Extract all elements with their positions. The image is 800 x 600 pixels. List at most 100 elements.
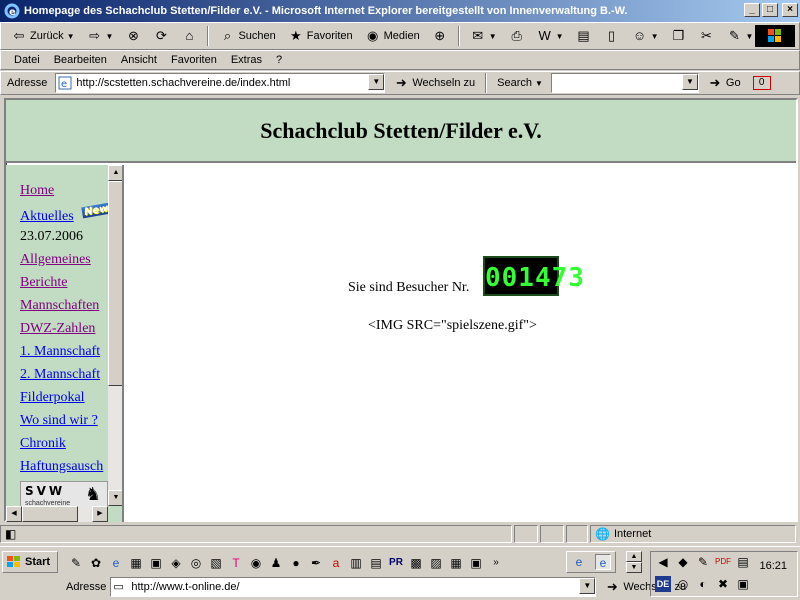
history-button[interactable]: ⊕ [428, 26, 452, 46]
app-icon[interactable]: ▩ [408, 555, 424, 571]
taskbar-scroller[interactable]: ▲ ▼ [626, 551, 644, 573]
forward-button[interactable]: ⇨ ▼ [83, 26, 118, 46]
app-icon[interactable]: ▧ [208, 555, 224, 571]
language-indicator[interactable]: DE [655, 576, 671, 592]
scroll-up-button[interactable]: ▲ [108, 165, 122, 181]
paste-button[interactable]: ✎ ▼ [722, 26, 757, 46]
scroll-thumb[interactable] [108, 181, 122, 386]
app-icon[interactable]: ◎ [188, 555, 204, 571]
copy-button[interactable]: ❐ [666, 26, 690, 46]
app-icon[interactable]: ▣ [148, 555, 164, 571]
menu-extras[interactable]: Extras [224, 54, 269, 66]
address-combobox[interactable]: e http://scstetten.schachvereine.de/inde… [55, 73, 386, 93]
window-titlebar[interactable]: e Homepage des Schachclub Stetten/Filder… [0, 0, 800, 22]
tray-icon[interactable]: ◐ [695, 576, 711, 592]
menu-datei[interactable]: Datei [7, 54, 47, 66]
menu-ansicht[interactable]: Ansicht [114, 54, 164, 66]
scroll-up-button[interactable]: ▲ [626, 551, 642, 562]
close-button[interactable]: × [782, 3, 798, 17]
taskbar-address-input[interactable]: http://www.t-online.de/ [127, 581, 239, 593]
nav-link-dwz-zahlen[interactable]: DWZ-Zahlen [20, 321, 95, 337]
nav-link-allgemeines[interactable]: Allgemeines [20, 252, 91, 268]
clock[interactable]: 16:21 [759, 560, 787, 572]
nav-link-chronik[interactable]: Chronik [20, 436, 66, 452]
nav-link-1-mannschaft[interactable]: 1. Mannschaft [20, 344, 100, 360]
nav-link-haftungsausschluss[interactable]: Haftungsausch [20, 459, 103, 475]
app-icon[interactable]: ✒ [308, 555, 324, 571]
messenger-button[interactable]: ☺ ▼ [628, 26, 663, 46]
tray-icon[interactable]: ◆ [675, 554, 691, 570]
menu-help[interactable]: ? [269, 54, 289, 66]
tray-icon[interactable]: ✖ [715, 576, 731, 592]
ie-window-icon[interactable]: e [571, 554, 587, 570]
nav-link-home[interactable]: Home [20, 183, 54, 199]
app-icon[interactable]: ▣ [468, 555, 484, 571]
favorites-button[interactable]: ★ Favoriten [284, 26, 357, 46]
search-button[interactable]: ⌕ Suchen [215, 26, 279, 46]
home-button[interactable]: ⌂ [177, 26, 201, 46]
print-button[interactable]: ⎙ [505, 26, 529, 46]
nav-horizontal-scrollbar[interactable]: ◀ ▶ [6, 506, 108, 522]
back-button[interactable]: ⇦ Zurück ▼ [7, 26, 79, 46]
app-icon[interactable]: a [328, 555, 344, 571]
scroll-thumb[interactable] [22, 506, 78, 522]
app-icon[interactable]: ▤ [368, 555, 384, 571]
refresh-button[interactable]: ⟳ [149, 26, 173, 46]
tray-icon[interactable]: ▤ [735, 554, 751, 570]
scroll-down-button[interactable]: ▼ [108, 490, 122, 506]
tray-icon[interactable]: ✎ [695, 554, 711, 570]
cut-button[interactable]: ✂ [694, 26, 718, 46]
scroll-left-button[interactable]: ◀ [6, 506, 22, 522]
app-icon[interactable]: ▥ [348, 555, 364, 571]
app-icon[interactable]: T [228, 555, 244, 571]
svw-logo[interactable]: SVW schachvereine ♞ [20, 481, 108, 509]
nav-link-mannschaften[interactable]: Mannschaften [20, 298, 99, 314]
menu-bearbeiten[interactable]: Bearbeiten [47, 54, 114, 66]
taskbar-address-combobox[interactable]: ▭ http://www.t-online.de/ ▼ [110, 577, 597, 597]
overflow-chevron-icon[interactable]: » [488, 555, 504, 571]
app-icon[interactable]: ◉ [248, 555, 264, 571]
app-icon[interactable]: ▦ [448, 555, 464, 571]
maximize-button[interactable]: □ [762, 3, 778, 17]
nav-link-berichte[interactable]: Berichte [20, 275, 67, 291]
scroll-right-button[interactable]: ▶ [92, 506, 108, 522]
media-button[interactable]: ◉ Medien [361, 26, 424, 46]
app-icon[interactable]: ● [288, 555, 304, 571]
app-icon[interactable]: ✎ [68, 555, 84, 571]
nav-link-filderpokal[interactable]: Filderpokal [20, 390, 85, 406]
ie-window-icon[interactable]: e [595, 554, 611, 570]
menu-favoriten[interactable]: Favoriten [164, 54, 224, 66]
edit-button[interactable]: W ▼ [533, 26, 568, 46]
start-button[interactable]: Start [2, 551, 58, 573]
app-icon[interactable]: ▦ [128, 555, 144, 571]
taskbar-address-dropdown[interactable]: ▼ [579, 578, 596, 594]
search-go-button[interactable]: ➜ Go [703, 73, 745, 93]
tray-icon[interactable]: ▣ [735, 576, 751, 592]
nav-link-aktuelles[interactable]: Aktuelles [20, 209, 74, 225]
app-icon[interactable]: ▨ [428, 555, 444, 571]
nav-link-wo-sind-wir[interactable]: Wo sind wir ? [20, 413, 98, 429]
app-icon[interactable]: ♟ [268, 555, 284, 571]
nav-link-2-mannschaft[interactable]: 2. Mannschaft [20, 367, 100, 383]
search-combobox[interactable]: ▼ [550, 73, 699, 93]
app-icon[interactable]: ◈ [168, 555, 184, 571]
ie-icon[interactable]: e [108, 555, 124, 571]
mail-button[interactable]: ✉ ▼ [466, 26, 501, 46]
research-button[interactable]: ▯ [600, 26, 624, 46]
tray-icon[interactable]: ◎ [675, 576, 691, 592]
go-to-button[interactable]: ➜ Wechseln zu [389, 73, 479, 93]
stop-button[interactable]: ⊗ [121, 26, 145, 46]
popup-blocker-button[interactable]: 0 [749, 74, 775, 92]
address-input[interactable]: http://scstetten.schachvereine.de/index.… [72, 77, 290, 89]
discuss-button[interactable]: ▤ [572, 26, 596, 46]
scroll-down-button[interactable]: ▼ [626, 562, 642, 573]
app-icon[interactable]: ✿ [88, 555, 104, 571]
address-dropdown-button[interactable]: ▼ [368, 74, 385, 90]
volume-icon[interactable]: ◀ [655, 554, 671, 570]
search-dropdown-button[interactable]: Search ▼ [493, 75, 547, 91]
app-icon[interactable]: PR [388, 555, 404, 571]
nav-vertical-scrollbar[interactable]: ▲ ▼ [108, 165, 122, 506]
minimize-button[interactable]: _ [744, 3, 760, 17]
search-dropdown-arrow[interactable]: ▼ [681, 74, 698, 90]
pdf-icon[interactable]: PDF [715, 554, 731, 570]
